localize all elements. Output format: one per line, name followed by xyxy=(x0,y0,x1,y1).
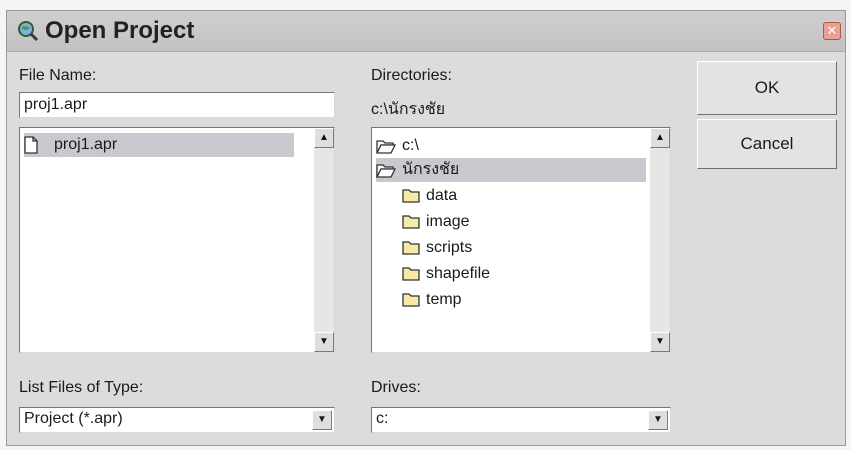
scroll-up-button[interactable]: ▲ xyxy=(314,128,334,148)
folder-icon xyxy=(402,293,420,307)
open-folder-icon xyxy=(376,164,396,178)
scroll-up-button[interactable]: ▲ xyxy=(650,128,670,148)
directory-item-label: นักรงชัย xyxy=(402,161,460,178)
file-type-value: Project (*.apr) xyxy=(24,410,123,427)
arrow-down-icon: ▼ xyxy=(655,336,665,347)
directory-item-temp[interactable]: temp xyxy=(402,288,646,312)
drives-value: c: xyxy=(376,410,389,427)
arrow-down-icon: ▼ xyxy=(319,336,329,347)
arrow-up-icon: ▲ xyxy=(655,132,665,143)
directory-item-root[interactable]: c:\ xyxy=(376,134,646,158)
folder-icon xyxy=(402,215,420,229)
directory-item-label: temp xyxy=(426,291,462,308)
drives-dropdown-button[interactable]: ▼ xyxy=(648,410,668,430)
directory-item-label: data xyxy=(426,187,458,204)
file-name-label: File Name: xyxy=(19,67,97,84)
open-project-dialog: Open Project ✕ File Name: proj1.apr proj… xyxy=(6,10,846,446)
file-type-select[interactable]: Project (*.apr) ▼ xyxy=(19,407,335,433)
dialog-title: Open Project xyxy=(45,17,195,44)
directory-item-label: image xyxy=(426,213,470,230)
scroll-down-button[interactable]: ▼ xyxy=(650,332,670,352)
directory-item-label: c:\ xyxy=(402,137,419,154)
folder-icon xyxy=(402,267,420,281)
title-bar[interactable]: Open Project ✕ xyxy=(7,11,845,52)
directory-item-current[interactable]: นักรงชัย xyxy=(376,158,646,182)
chevron-down-icon: ▼ xyxy=(317,414,327,425)
directory-item-label: shapefile xyxy=(426,265,491,282)
file-type-dropdown-button[interactable]: ▼ xyxy=(312,410,332,430)
directory-item-shapefile[interactable]: shapefile xyxy=(402,262,646,286)
directory-list[interactable]: c:\ นักรงชัย data image scripts shapefil… xyxy=(371,127,671,353)
scroll-down-button[interactable]: ▼ xyxy=(314,332,334,352)
directories-label: Directories: xyxy=(371,67,452,84)
folder-icon xyxy=(402,241,420,255)
directory-item-image[interactable]: image xyxy=(402,210,646,234)
ok-button[interactable]: OK xyxy=(697,61,837,115)
chevron-down-icon: ▼ xyxy=(653,414,663,425)
cancel-button[interactable]: Cancel xyxy=(697,119,837,169)
close-button[interactable]: ✕ xyxy=(823,22,841,40)
directory-list-scrollbar[interactable]: ▲ ▼ xyxy=(650,128,670,352)
folder-icon xyxy=(402,189,420,203)
magnifier-globe-icon xyxy=(18,21,39,42)
file-type-label: List Files of Type: xyxy=(19,379,144,396)
drives-label: Drives: xyxy=(371,379,421,396)
file-name-input[interactable]: proj1.apr xyxy=(19,92,335,118)
close-icon: ✕ xyxy=(826,23,838,38)
file-list[interactable]: proj1.apr ▲ ▼ xyxy=(19,127,335,353)
file-list-item[interactable]: proj1.apr xyxy=(24,133,294,157)
arrow-up-icon: ▲ xyxy=(319,132,329,143)
open-folder-icon xyxy=(376,140,396,154)
file-list-scrollbar[interactable]: ▲ ▼ xyxy=(314,128,334,352)
drives-select[interactable]: c: ▼ xyxy=(371,407,671,433)
file-list-item-label: proj1.apr xyxy=(54,136,118,153)
directory-item-label: scripts xyxy=(426,239,473,256)
directory-item-data[interactable]: data xyxy=(402,184,646,208)
document-icon xyxy=(24,136,38,154)
current-directory-path: c:\นักรงชัย xyxy=(371,101,446,118)
directory-item-scripts[interactable]: scripts xyxy=(402,236,646,260)
